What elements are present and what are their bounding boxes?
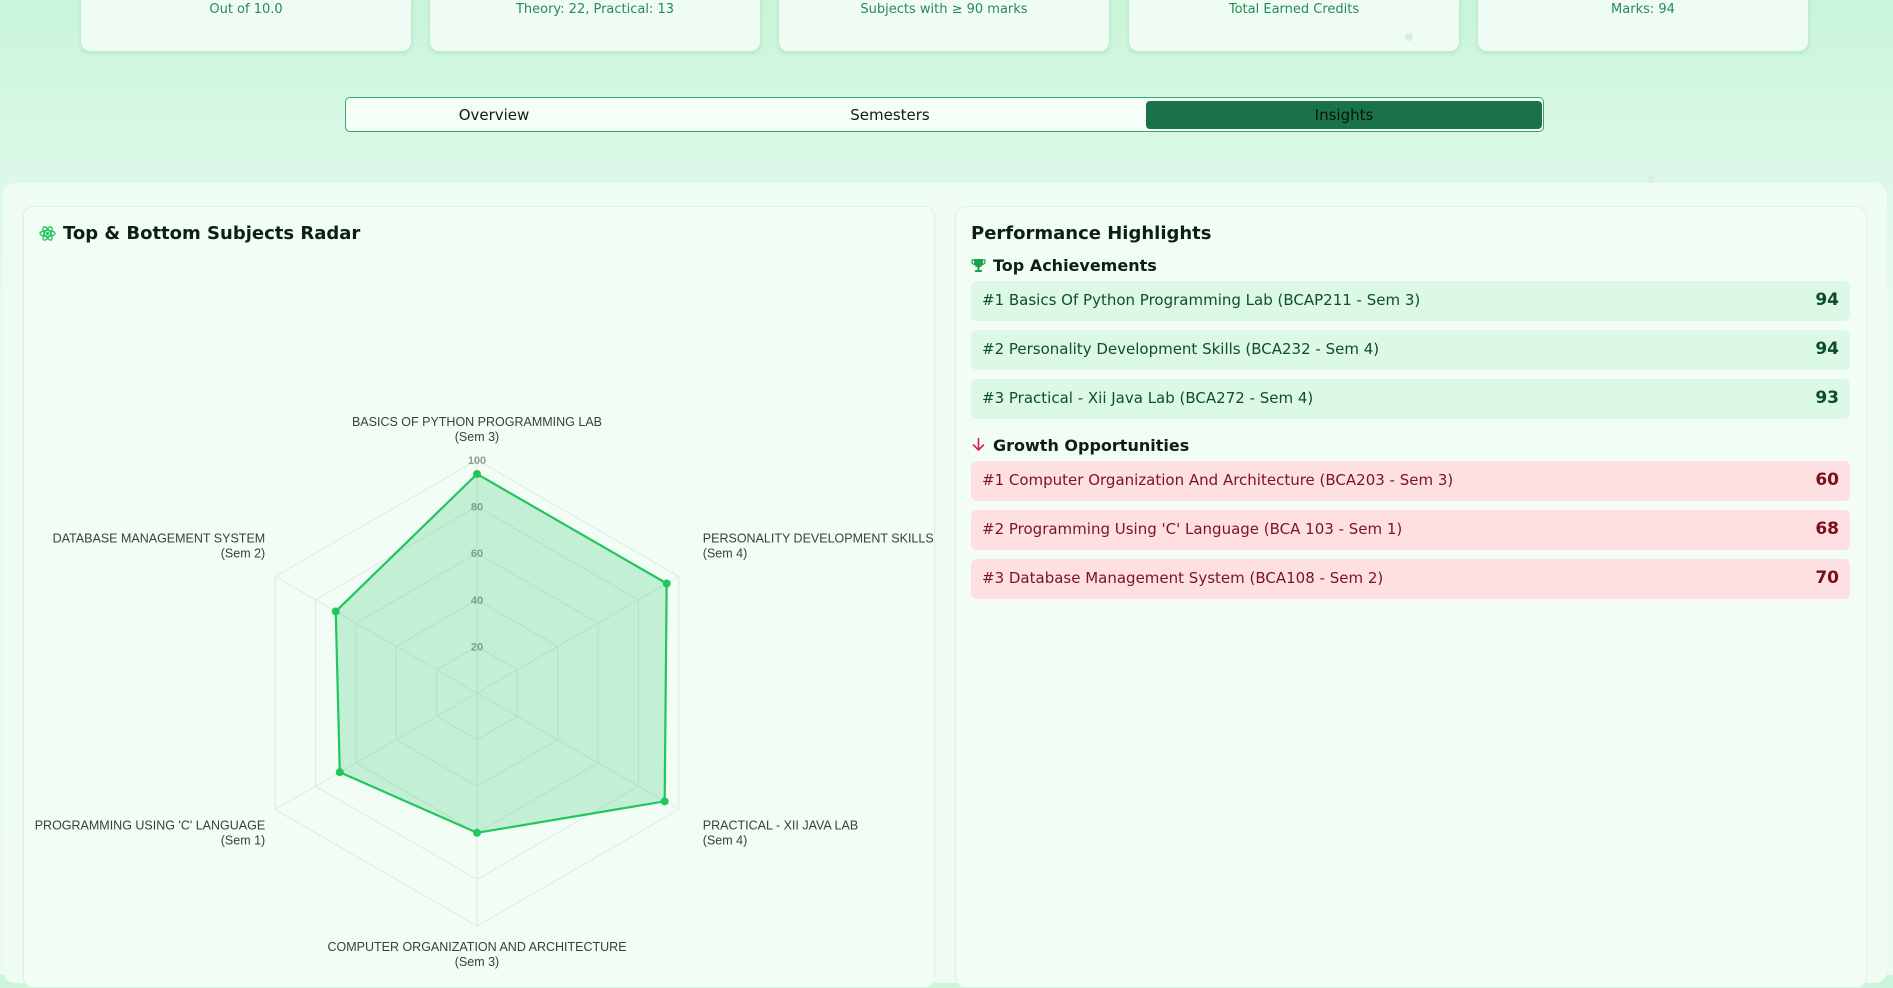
achievement-marks: 93 — [1815, 388, 1839, 408]
radar-axis-label: PRACTICAL - XII JAVA LAB — [703, 819, 858, 833]
highlights-title: Performance Highlights — [971, 223, 1212, 244]
radar-data-point — [473, 469, 481, 478]
radar-data-point — [473, 828, 481, 837]
stat-card-subjects: Theory: 22, Practical: 13 — [429, 0, 761, 52]
top-achievements-heading: Top Achievements — [993, 256, 1157, 275]
radar-axis-label: BASICS OF PYTHON PROGRAMMING LAB — [352, 415, 602, 429]
stat-card-distinctions: Subjects with ≥ 90 marks — [778, 0, 1110, 52]
tab-insights[interactable]: Insights — [1146, 101, 1542, 129]
radar-chart: 20406080100BASICS OF PYTHON PROGRAMMING … — [35, 415, 934, 969]
growth-marks: 70 — [1815, 568, 1839, 588]
growth-item: #3 Database Management System (BCA108 - … — [971, 559, 1850, 599]
growth-opportunities-heading: Growth Opportunities — [993, 436, 1190, 455]
stat-card-credits: Total Earned Credits — [1128, 0, 1460, 52]
top-achievement-item: #2 Personality Development Skills (BCA23… — [971, 330, 1850, 370]
stat-caption: Subjects with ≥ 90 marks — [860, 2, 1028, 17]
stat-card-gpa: Out of 10.0 — [80, 0, 412, 52]
growth-marks: 60 — [1815, 470, 1839, 490]
decorative-dot — [1405, 33, 1413, 41]
radar-axis-sem: (Sem 3) — [455, 955, 499, 969]
growth-item: #1 Computer Organization And Architectur… — [971, 461, 1850, 501]
radar-axis-sem: (Sem 2) — [221, 547, 265, 561]
trophy-icon — [971, 259, 986, 272]
radar-axis-label: PERSONALITY DEVELOPMENT SKILLS — [703, 532, 934, 546]
radar-data-point — [335, 768, 344, 777]
stat-caption: Total Earned Credits — [1228, 2, 1360, 17]
radar-tick-label: 100 — [468, 455, 486, 467]
stat-caption: Theory: 22, Practical: 13 — [515, 2, 675, 17]
decorative-dot — [1647, 175, 1655, 183]
achievement-label: #3 Practical - Xii Java Lab (BCA272 - Se… — [982, 389, 1314, 407]
achievement-marks: 94 — [1815, 290, 1839, 310]
growth-label: #2 Programming Using 'C' Language (BCA 1… — [982, 520, 1403, 538]
growth-item: #2 Programming Using 'C' Language (BCA 1… — [971, 510, 1850, 550]
achievement-label: #2 Personality Development Skills (BCA23… — [982, 340, 1380, 358]
arrow-down-icon — [972, 437, 985, 451]
radar-axis-label: PROGRAMMING USING 'C' LANGUAGE — [35, 819, 266, 833]
radar-series-area — [334, 472, 668, 834]
radar-axis-label: DATABASE MANAGEMENT SYSTEM — [53, 532, 266, 546]
growth-label: #1 Computer Organization And Architectur… — [982, 471, 1454, 489]
top-achievement-item: #3 Practical - Xii Java Lab (BCA272 - Se… — [971, 379, 1850, 419]
stats-row: Out of 10.0 Theory: 22, Practical: 13 Su… — [0, 0, 1893, 52]
tab-overview[interactable]: Overview — [296, 101, 692, 129]
tab-bar: Overview Semesters Insights — [345, 97, 1544, 132]
growth-marks: 68 — [1815, 519, 1839, 539]
radar-axis-sem: (Sem 4) — [703, 547, 747, 561]
radar-axis-sem: (Sem 1) — [221, 834, 265, 848]
radar-axis-sem: (Sem 4) — [703, 834, 747, 848]
radar-data-point — [660, 797, 669, 806]
growth-label: #3 Database Management System (BCA108 - … — [982, 569, 1384, 587]
top-achievement-item: #1 Basics Of Python Programming Lab (BCA… — [971, 281, 1850, 321]
radar-data-point — [331, 607, 340, 616]
achievement-marks: 94 — [1815, 339, 1839, 359]
stat-caption: Marks: 94 — [1611, 2, 1675, 17]
radar-axis-label: COMPUTER ORGANIZATION AND ARCHITECTURE — [327, 940, 626, 954]
tab-semesters[interactable]: Semesters — [692, 101, 1088, 129]
radar-data-point — [662, 579, 671, 588]
stat-caption: Out of 10.0 — [209, 2, 283, 17]
radar-axis-sem: (Sem 3) — [455, 430, 499, 444]
stat-card-best: Marks: 94 — [1477, 0, 1809, 52]
achievement-label: #1 Basics Of Python Programming Lab (BCA… — [982, 291, 1421, 309]
